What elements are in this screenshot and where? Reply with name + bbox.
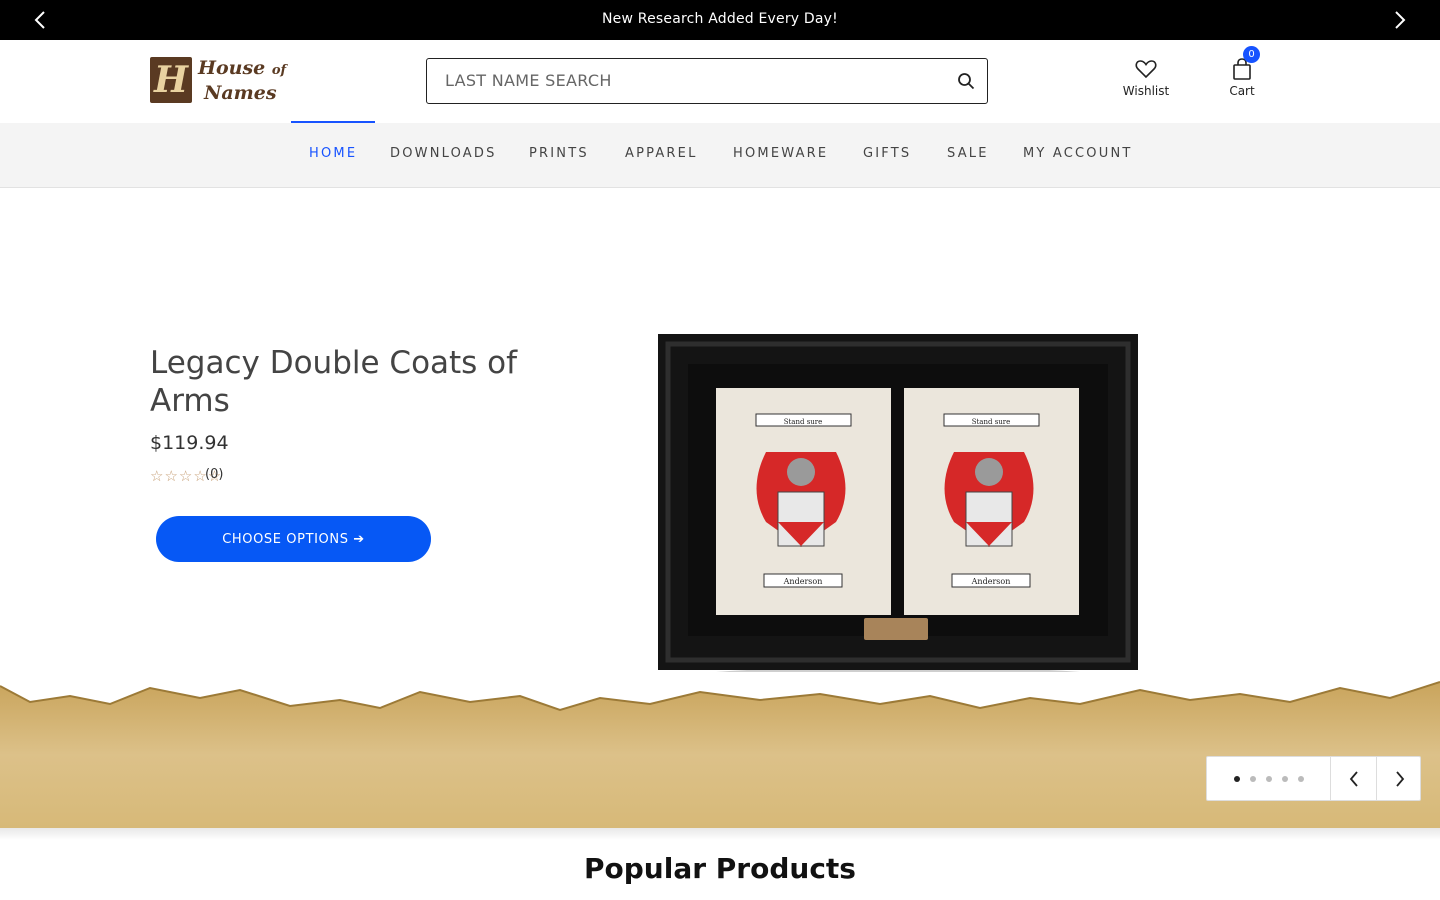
cart-count-badge: 0 bbox=[1243, 46, 1260, 63]
nav-item-apparel[interactable]: APPAREL bbox=[625, 146, 698, 161]
slider-dot-4[interactable] bbox=[1281, 775, 1288, 782]
site-logo[interactable]: H House of Names bbox=[150, 57, 290, 104]
slider-dot-1[interactable] bbox=[1233, 775, 1240, 782]
hero-product-image: Stand sure Stand sure Anderson Anderson bbox=[658, 334, 1138, 672]
wishlist-label: Wishlist bbox=[1122, 84, 1170, 98]
logo-line2: Names bbox=[204, 81, 277, 104]
site-header: H House of Names Wishlist 0 Cart bbox=[0, 40, 1440, 123]
slider-dot-3[interactable] bbox=[1265, 775, 1272, 782]
nav-item-homeware[interactable]: HOMEWARE bbox=[733, 146, 828, 161]
hero-product-price: $119.94 bbox=[150, 432, 229, 454]
hero-slider: Legacy Double Coats of Arms $119.94 ☆☆☆☆… bbox=[0, 188, 1440, 828]
nav-item-downloads[interactable]: DOWNLOADS bbox=[390, 146, 497, 161]
logo-line1: House bbox=[198, 56, 266, 79]
frame-surname-left: Anderson bbox=[783, 577, 823, 586]
cart-label: Cart bbox=[1229, 84, 1255, 98]
main-nav: HOME DOWNLOADS PRINTS APPAREL HOMEWARE G… bbox=[0, 121, 1440, 188]
chevron-left-icon bbox=[1349, 770, 1358, 787]
logo-line1-small: of bbox=[271, 62, 287, 78]
slider-next-button[interactable] bbox=[1376, 757, 1422, 800]
chevron-right-icon bbox=[1395, 770, 1404, 787]
cart-link[interactable]: 0 Cart bbox=[1212, 46, 1272, 98]
choose-options-button[interactable]: CHOOSE OPTIONS ➔ bbox=[156, 516, 431, 562]
logo-wordmark: House of Names bbox=[198, 57, 286, 104]
parchment-background bbox=[0, 681, 1440, 828]
search-icon bbox=[958, 73, 975, 90]
wishlist-link[interactable]: Wishlist bbox=[1116, 54, 1176, 98]
slider-prev-button[interactable] bbox=[1330, 757, 1376, 800]
announcement-next-button[interactable] bbox=[1389, 9, 1411, 31]
chevron-right-icon bbox=[1395, 11, 1406, 29]
nav-item-my-account[interactable]: MY ACCOUNT bbox=[1023, 146, 1133, 161]
nav-item-sale[interactable]: SALE bbox=[947, 146, 989, 161]
nav-item-gifts[interactable]: GIFTS bbox=[863, 146, 911, 161]
frame-motto-left: Stand sure bbox=[784, 418, 823, 426]
nav-item-home[interactable]: HOME bbox=[309, 146, 357, 161]
slider-dot-5[interactable] bbox=[1297, 775, 1304, 782]
nav-item-prints[interactable]: PRINTS bbox=[529, 146, 589, 161]
frame-motto-right: Stand sure bbox=[972, 418, 1011, 426]
heart-icon bbox=[1135, 60, 1157, 79]
search-box bbox=[426, 58, 988, 104]
popular-products-title: Popular Products bbox=[584, 852, 856, 885]
frame-surname-right: Anderson bbox=[971, 577, 1011, 586]
slider-dot-2[interactable] bbox=[1249, 775, 1256, 782]
slider-controls bbox=[1206, 756, 1421, 801]
announcement-bar: New Research Added Every Day! bbox=[0, 0, 1440, 40]
search-input[interactable] bbox=[427, 59, 937, 102]
hero-product-title: Legacy Double Coats of Arms bbox=[150, 345, 518, 419]
review-count: (0) bbox=[205, 467, 224, 482]
logo-mark: H bbox=[150, 57, 192, 103]
announcement-text: New Research Added Every Day! bbox=[601, 11, 838, 27]
slider-dots bbox=[1207, 757, 1330, 800]
hero-bottom-shadow bbox=[0, 828, 1440, 840]
nav-active-indicator bbox=[291, 121, 375, 123]
search-button[interactable] bbox=[955, 70, 977, 92]
